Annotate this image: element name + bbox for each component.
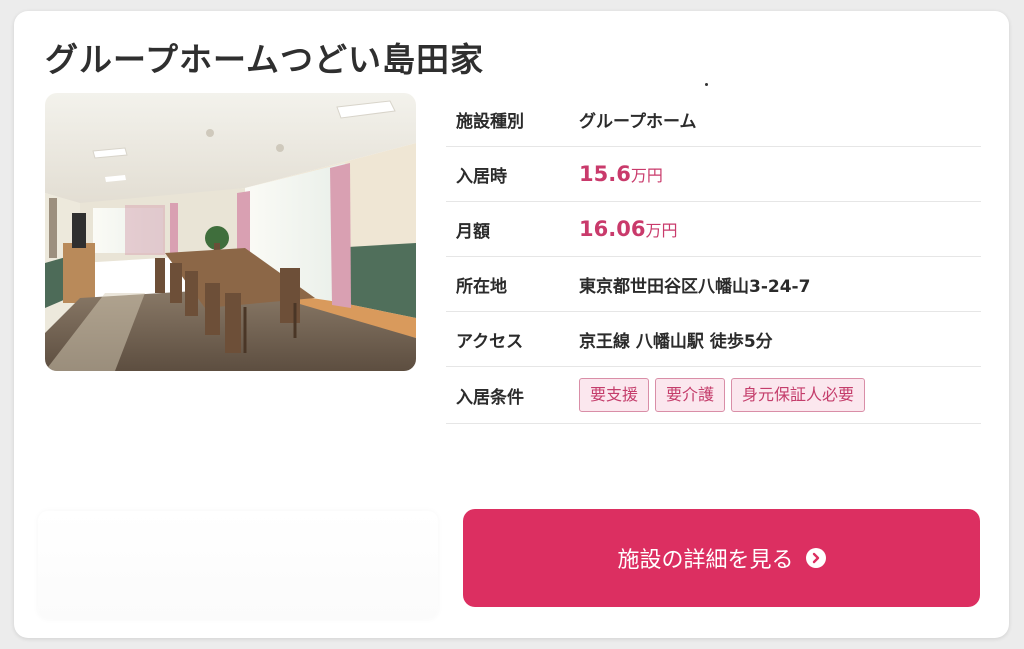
facility-details: 施設種別 グループホーム 入居時 15.6万円 月額 16.06万円 所在地 東…	[446, 92, 981, 424]
conditions-label: 入居条件	[456, 387, 524, 408]
monthly-label: 月額	[456, 221, 490, 242]
type-label: 施設種別	[456, 111, 524, 132]
move-in-amount: 15.6	[579, 162, 631, 186]
detail-row-monthly: 月額 16.06万円	[446, 202, 981, 257]
facility-card: グループホームつどい島田家 施設種別 グループホーム 入居時 15.6万円 月額…	[14, 11, 1009, 638]
move-in-label: 入居時	[456, 166, 507, 187]
condition-tags: 要支援 要介護 身元保証人必要	[579, 378, 866, 412]
blank-panel	[38, 511, 438, 619]
address-label: 所在地	[456, 276, 507, 297]
condition-tag: 身元保証人必要	[731, 378, 866, 412]
view-details-label: 施設の詳細を見る	[617, 548, 794, 573]
type-value: グループホーム	[579, 111, 697, 132]
monthly-price: 16.06万円	[579, 217, 677, 241]
detail-row-address: 所在地 東京都世田谷区八幡山3-24-7	[446, 257, 981, 312]
facility-name[interactable]: グループホームつどい島田家	[45, 38, 484, 82]
stray-dot	[705, 83, 708, 86]
move-in-unit: 万円	[630, 166, 663, 185]
address-value: 東京都世田谷区八幡山3-24-7	[579, 276, 811, 297]
dining-room-photo-icon	[45, 93, 416, 371]
condition-tag: 要支援	[579, 378, 650, 412]
detail-row-access: アクセス 京王線 八幡山駅 徒歩5分	[446, 312, 981, 367]
detail-row-conditions: 入居条件 要支援 要介護 身元保証人必要	[446, 367, 981, 424]
move-in-price: 15.6万円	[579, 162, 663, 186]
monthly-amount: 16.06	[579, 217, 646, 241]
access-label: アクセス	[456, 331, 524, 352]
view-details-button[interactable]: 施設の詳細を見る	[463, 509, 980, 607]
detail-row-type: 施設種別 グループホーム	[446, 92, 981, 147]
access-value: 京王線 八幡山駅 徒歩5分	[579, 331, 773, 352]
condition-tag: 要介護	[655, 378, 726, 412]
detail-row-move-in: 入居時 15.6万円	[446, 147, 981, 202]
monthly-unit: 万円	[645, 221, 678, 240]
chevron-circle-right-icon	[805, 548, 826, 568]
facility-photo[interactable]	[45, 93, 416, 371]
